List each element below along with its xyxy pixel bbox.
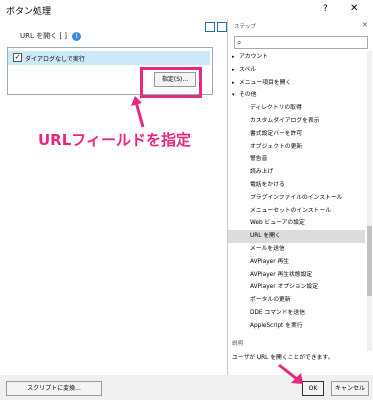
step-item[interactable]: メールを送信 [228, 243, 365, 256]
steps-panel: ステップ ✕ ⌕ ▸ アカウント ▸ スペル ▸ メニュー項目を開く ▾ その他 ディレクトリの… [228, 19, 373, 375]
step-item[interactable]: メニューセットのインストール [228, 205, 365, 218]
step-label: プラグインファイルのインストール [250, 194, 343, 201]
pane-view-icons [203, 22, 227, 34]
no-dialog-option[interactable]: ✓ ダイアログなしで実行 [8, 51, 210, 65]
script-step[interactable]: URL を開く [ ] i [20, 31, 82, 41]
collapsed-triangle-icon[interactable]: ▸ [232, 51, 239, 64]
step-label: オブジェクトの更新 [250, 143, 303, 150]
step-label: その他 [239, 92, 257, 99]
step-item[interactable]: Web ビューアの設定 [228, 217, 365, 230]
cancel-button[interactable]: キャンセル [331, 381, 369, 396]
step-item[interactable]: AppleScript を実行 [228, 320, 365, 333]
step-label: DDE コマンドを送信 [250, 309, 306, 316]
step-label: URL を開く [250, 233, 281, 240]
steps-panel-close-icon[interactable]: ✕ [362, 21, 368, 29]
step-item[interactable]: オブジェクトの更新 [228, 141, 365, 154]
step-item[interactable]: ディレクトリの取得 [228, 102, 365, 115]
step-item[interactable]: 書式設定バーを許可 [228, 128, 365, 141]
steps-panel-header: ステップ [234, 24, 257, 30]
convert-script-button[interactable]: スクリプトに変換... [6, 381, 102, 396]
step-label: 書式設定バーを許可 [250, 130, 303, 137]
step-label: ポータルの更新 [250, 297, 291, 304]
step-label: Web ビューアの設定 [250, 220, 305, 227]
step-label: 警告音 [250, 156, 268, 163]
step-item[interactable]: AVPlayer オプション設定 [228, 281, 365, 294]
scrollbar-thumb[interactable] [367, 226, 372, 296]
step-item[interactable]: プラグインファイルのインストール [228, 192, 365, 205]
step-options-icon[interactable]: i [72, 31, 82, 41]
annotation-arrow-icon [131, 96, 145, 128]
split-view-icon[interactable] [205, 22, 215, 32]
step-item[interactable]: ポータルの更新 [228, 294, 365, 307]
ok-button[interactable]: OK [302, 381, 324, 396]
step-category[interactable]: ▸ アカウント [228, 51, 365, 64]
step-label: ディレクトリの取得 [250, 105, 302, 112]
step-item[interactable]: AVPlayer 再生 [228, 256, 365, 269]
step-item[interactable]: 読み上げ [228, 166, 365, 179]
step-label: メールを送信 [250, 245, 285, 252]
description-title: 説明 [232, 341, 244, 347]
step-item[interactable]: 警告音 [228, 153, 365, 166]
step-item[interactable]: AVPlayer 再生状態設定 [228, 269, 365, 282]
step-label: アカウント [239, 54, 268, 60]
no-dialog-label: ダイアログなしで実行 [25, 56, 85, 63]
step-label: メニュー項目を開く [239, 79, 292, 86]
panel-toggle-icon[interactable] [217, 22, 227, 32]
step-item[interactable]: 電話をかける [228, 179, 365, 192]
step-label: AVPlayer オプション設定 [250, 284, 319, 291]
steps-search-input[interactable]: ⌕ [234, 36, 368, 49]
annotation-highlight-box [140, 67, 202, 98]
window-title: ボタン処理 [6, 7, 52, 17]
description-text: ユーザが URL を開くことができます。 [232, 355, 334, 361]
step-item[interactable]: DDE コマンドを送信 [228, 307, 365, 320]
step-item[interactable]: カスタムダイアログを表示 [228, 115, 365, 128]
collapsed-triangle-icon[interactable]: ▸ [232, 64, 239, 77]
step-label: メニューセットのインストール [250, 207, 332, 214]
script-step-text: URL を開く [ ] [20, 32, 68, 40]
step-category[interactable]: ▾ その他 [228, 89, 365, 102]
step-label: AVPlayer 再生状態設定 [250, 271, 313, 278]
step-label: AppleScript を実行 [250, 322, 303, 329]
expanded-triangle-icon[interactable]: ▾ [232, 89, 239, 102]
help-button[interactable]: ? [323, 4, 328, 14]
step-label: AVPlayer 再生 [250, 258, 290, 265]
dialog-footer: スクリプトに変換... OK キャンセル [0, 375, 373, 400]
search-icon: ⌕ [237, 38, 242, 47]
step-category[interactable]: ▸ スペル [228, 64, 365, 77]
step-label: スペル [239, 66, 256, 73]
steps-list: ▸ アカウント ▸ スペル ▸ メニュー項目を開く ▾ その他 ディレクトリの取得 カスタムダイア… [228, 51, 365, 351]
annotation-callout: URLフィールドを指定 [38, 131, 191, 149]
step-label: 読み上げ [250, 169, 274, 176]
no-dialog-checkbox[interactable]: ✓ [13, 53, 22, 62]
title-bar: ボタン処理 ? ✕ [0, 0, 373, 19]
close-button[interactable]: ✕ [350, 3, 358, 14]
ok-annotation-arrow-icon [278, 363, 303, 384]
steps-scrollbar[interactable] [367, 51, 372, 351]
step-category[interactable]: ▸ メニュー項目を開く [228, 77, 365, 90]
step-label: 電話をかける [250, 181, 285, 188]
collapsed-triangle-icon[interactable]: ▸ [232, 77, 239, 90]
step-item[interactable]: URL を開く [228, 230, 365, 243]
step-label: カスタムダイアログを表示 [250, 117, 320, 124]
